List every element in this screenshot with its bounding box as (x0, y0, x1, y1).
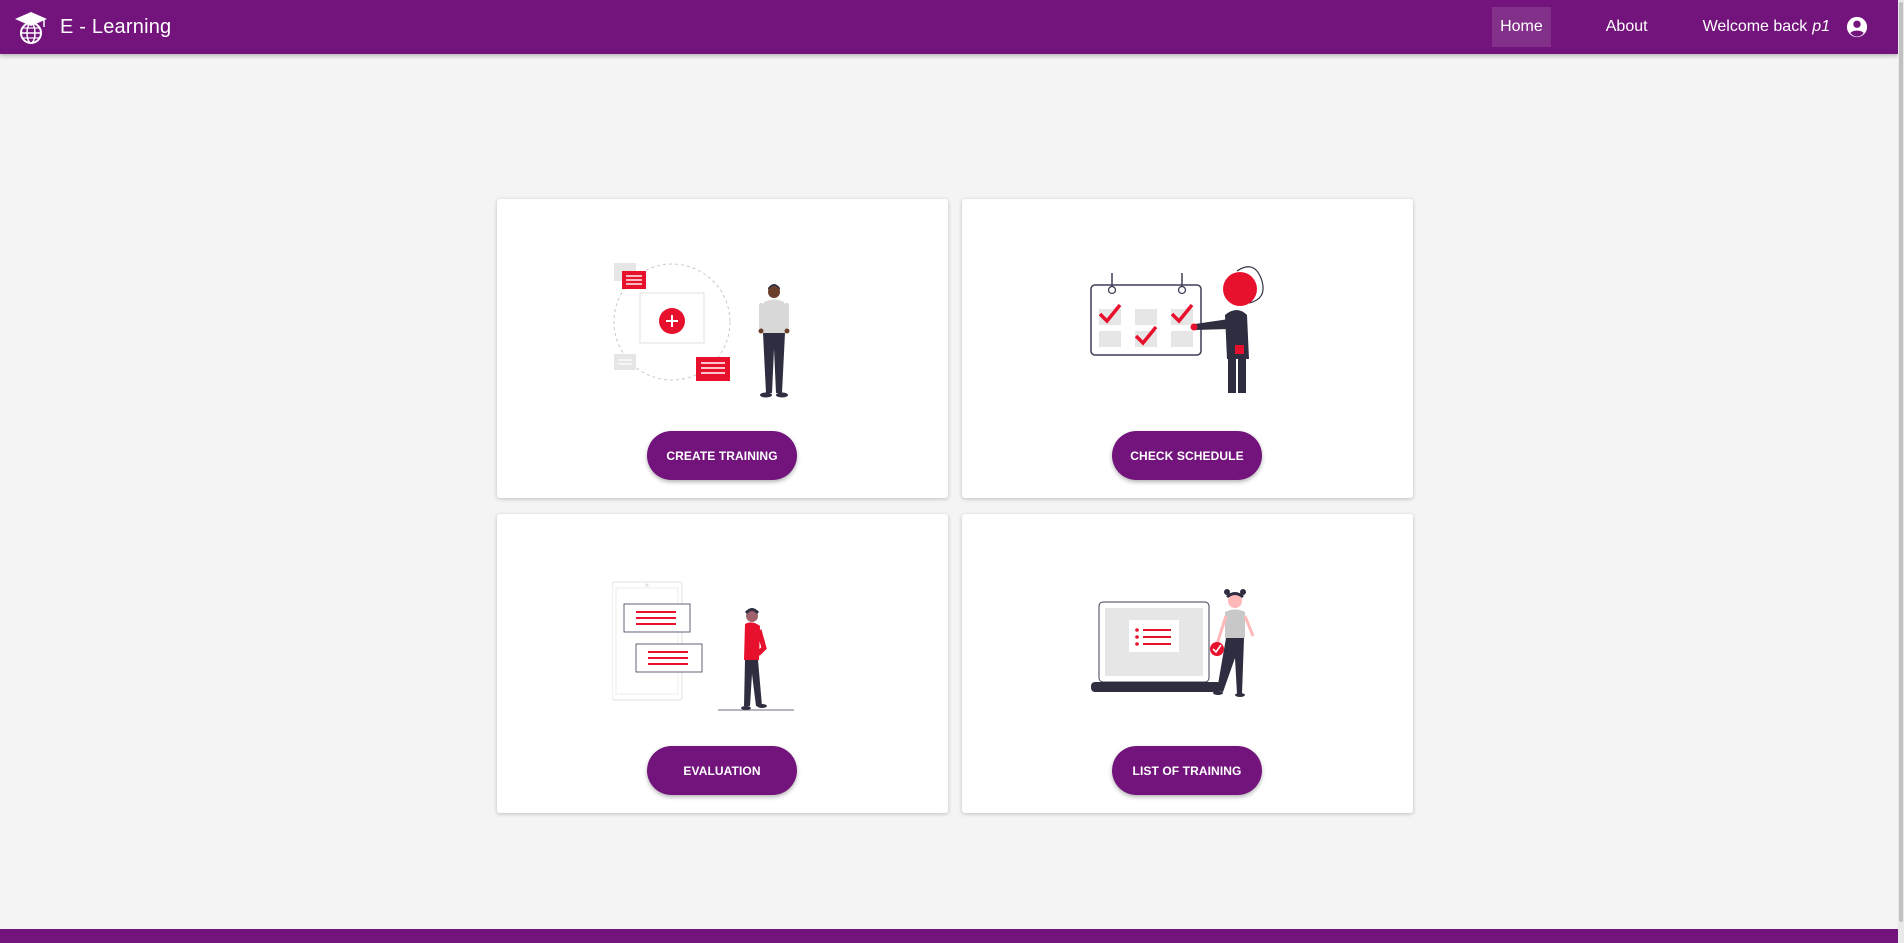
create-training-illustration (612, 259, 832, 399)
username: p1 (1812, 18, 1830, 35)
footer-bar (0, 929, 1898, 943)
nav-right: Home About Welcome back p1 (1492, 0, 1898, 54)
vertical-scrollbar[interactable] (1898, 0, 1904, 943)
scrollbar-thumb[interactable] (1899, 2, 1903, 922)
card-create-training: CREATE TRAINING (497, 199, 948, 498)
check-schedule-button[interactable]: CHECK SCHEDULE (1112, 431, 1262, 480)
welcome-text: Welcome back (1702, 18, 1808, 35)
card-list-of-training: LIST OF TRAINING (962, 514, 1413, 813)
welcome-user[interactable]: Welcome back p1 (1703, 16, 1868, 38)
nav-home-link[interactable]: Home (1492, 7, 1551, 47)
check-schedule-illustration (1077, 259, 1297, 399)
brand-title: E - Learning (60, 15, 172, 38)
graduation-globe-icon (15, 12, 47, 44)
list-of-training-button[interactable]: LIST OF TRAINING (1112, 746, 1262, 795)
top-navbar: E - Learning Home About Welcome back p1 (0, 0, 1898, 54)
evaluation-button[interactable]: EVALUATION (647, 746, 797, 795)
card-evaluation: EVALUATION (497, 514, 948, 813)
evaluation-illustration (612, 574, 832, 714)
card-check-schedule: CHECK SCHEDULE (962, 199, 1413, 498)
account-circle-icon[interactable] (1846, 16, 1868, 38)
list-of-training-illustration (1077, 574, 1297, 714)
nav-about-link[interactable]: About (1598, 7, 1656, 47)
brand[interactable]: E - Learning (14, 10, 171, 44)
create-training-button[interactable]: CREATE TRAINING (647, 431, 797, 480)
